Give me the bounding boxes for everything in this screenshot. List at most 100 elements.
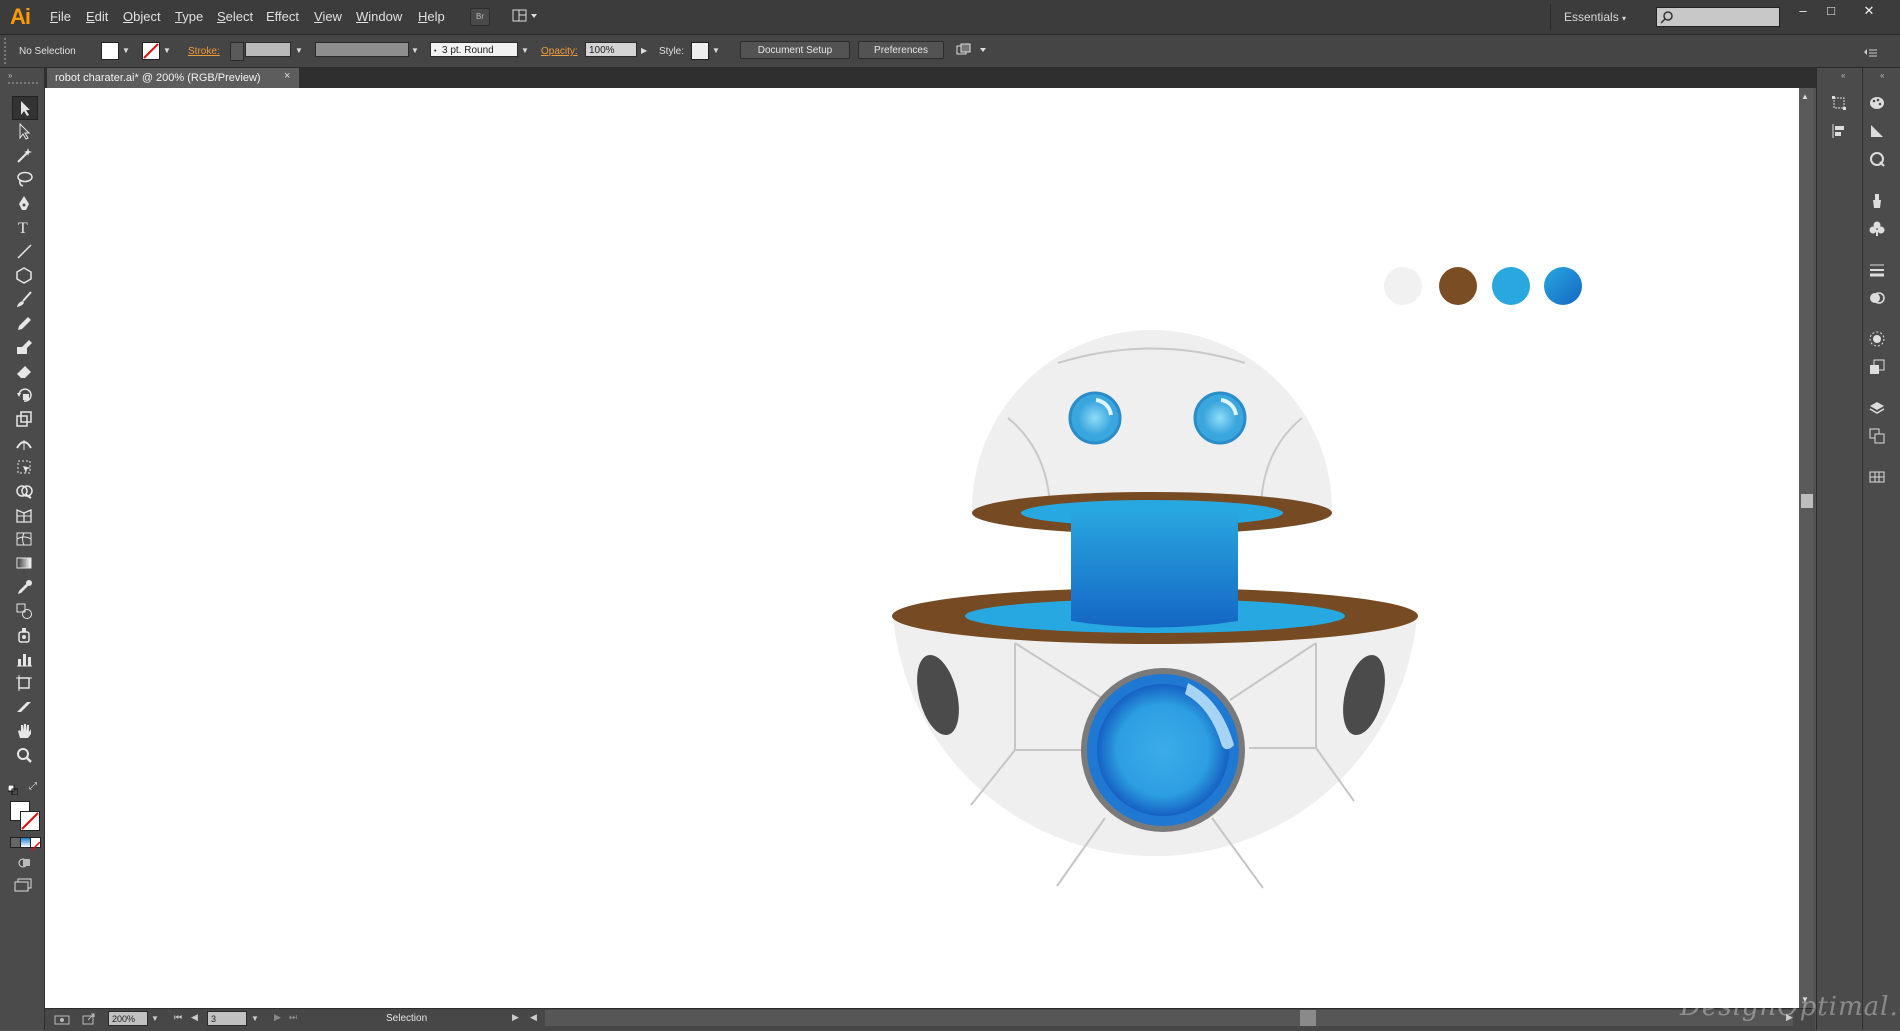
menu-edit[interactable]: Edit bbox=[86, 9, 108, 24]
swap-fill-stroke-icon[interactable]: ⤢ bbox=[29, 781, 37, 792]
graphic-style-swatch[interactable] bbox=[691, 42, 709, 60]
eyedropper-tool[interactable] bbox=[12, 576, 36, 598]
magic-wand-tool[interactable] bbox=[12, 144, 36, 166]
scroll-up-icon[interactable]: ▲ bbox=[1801, 92, 1809, 101]
zoom-dropdown-icon[interactable]: ▼ bbox=[151, 1014, 159, 1023]
fill-dropdown-icon[interactable]: ▼ bbox=[122, 46, 130, 55]
menu-select[interactable]: Select bbox=[217, 9, 253, 24]
stroke-weight-stepper[interactable] bbox=[230, 42, 244, 61]
swatch-blue[interactable] bbox=[1492, 267, 1530, 305]
bridge-button[interactable]: Br bbox=[470, 8, 490, 26]
column-graph-tool[interactable] bbox=[12, 648, 36, 670]
opacity-slider-icon[interactable]: ▶ bbox=[641, 46, 647, 55]
minimize-button[interactable]: – bbox=[1790, 2, 1816, 20]
menu-type[interactable]: Type bbox=[175, 9, 203, 24]
free-transform-tool[interactable] bbox=[12, 456, 36, 478]
appearance-panel-button[interactable] bbox=[1866, 328, 1888, 350]
scale-tool[interactable] bbox=[12, 408, 36, 430]
perspective-grid-tool[interactable] bbox=[12, 504, 36, 526]
selection-tool[interactable] bbox=[12, 96, 38, 120]
shape-builder-tool[interactable] bbox=[12, 480, 36, 502]
workspace-switcher[interactable]: Essentials ▾ bbox=[1564, 10, 1626, 24]
swatch-brown[interactable] bbox=[1439, 267, 1477, 305]
menu-object[interactable]: Object bbox=[123, 9, 161, 24]
share-icon[interactable] bbox=[82, 1012, 96, 1030]
arrange-icon[interactable] bbox=[956, 43, 990, 62]
slice-tool[interactable] bbox=[12, 696, 36, 718]
robot-artwork[interactable] bbox=[45, 88, 1799, 1008]
tools-grip[interactable] bbox=[8, 82, 38, 86]
scroll-left-icon[interactable]: ◀ bbox=[530, 1012, 537, 1023]
swatch-blue-gradient[interactable] bbox=[1544, 267, 1582, 305]
stroke-color-box[interactable] bbox=[20, 811, 40, 831]
stroke-weight-dropdown-icon[interactable]: ▼ bbox=[295, 46, 303, 55]
eraser-tool[interactable] bbox=[12, 360, 36, 382]
menu-file[interactable]: File bbox=[50, 9, 71, 24]
vertical-scrollbar[interactable] bbox=[1799, 88, 1813, 1008]
swatches-panel-button[interactable] bbox=[1866, 148, 1888, 170]
opacity-field[interactable]: 100% bbox=[585, 42, 637, 57]
menu-effect[interactable]: Effect bbox=[266, 9, 299, 24]
artboard-canvas[interactable] bbox=[45, 88, 1799, 1008]
symbols-panel-button[interactable] bbox=[1866, 218, 1888, 240]
swatch-white[interactable] bbox=[1384, 267, 1422, 305]
type-tool[interactable]: T bbox=[12, 216, 36, 238]
default-fill-stroke-icon[interactable] bbox=[7, 782, 19, 800]
close-button[interactable]: ✕ bbox=[1856, 2, 1882, 20]
direct-selection-tool[interactable] bbox=[12, 120, 36, 142]
color-panel-button[interactable] bbox=[1866, 92, 1888, 114]
align-panel-button[interactable] bbox=[1828, 120, 1850, 142]
collapse-panel-icon[interactable]: « bbox=[1841, 71, 1845, 80]
brushes-panel-button[interactable] bbox=[1866, 190, 1888, 212]
horizontal-scrollbar[interactable] bbox=[545, 1010, 1793, 1026]
mesh-tool[interactable] bbox=[12, 528, 36, 550]
blob-brush-tool[interactable] bbox=[12, 336, 36, 358]
zoom-level-field[interactable]: 200% bbox=[108, 1011, 148, 1026]
hand-tool[interactable] bbox=[12, 720, 36, 742]
paintbrush-tool[interactable] bbox=[12, 288, 36, 310]
line-tool[interactable] bbox=[12, 240, 36, 262]
menu-window[interactable]: Window bbox=[356, 9, 402, 24]
next-artboard-icon[interactable]: ▶ bbox=[274, 1012, 281, 1023]
document-setup-button[interactable]: Document Setup bbox=[740, 41, 850, 59]
brush-dropdown-icon[interactable]: ▼ bbox=[521, 46, 529, 55]
vertical-scroll-thumb[interactable] bbox=[1801, 494, 1813, 508]
arrange-documents-button[interactable] bbox=[512, 8, 540, 24]
stroke-panel-button[interactable] bbox=[1866, 259, 1888, 281]
transparency-panel-button[interactable] bbox=[1866, 287, 1888, 309]
symbol-sprayer-tool[interactable] bbox=[12, 624, 36, 646]
lasso-tool[interactable] bbox=[12, 168, 36, 190]
polygon-tool[interactable] bbox=[12, 264, 36, 286]
stroke-dropdown-icon[interactable]: ▼ bbox=[163, 46, 171, 55]
color-guide-panel-button[interactable] bbox=[1866, 120, 1888, 142]
graphic-styles-panel-button[interactable] bbox=[1866, 356, 1888, 378]
artboard-number-field[interactable]: 3 bbox=[207, 1011, 247, 1026]
rotate-tool[interactable] bbox=[12, 384, 36, 406]
search-input[interactable] bbox=[1656, 7, 1780, 27]
stroke-weight-field[interactable] bbox=[245, 42, 291, 57]
restore-button[interactable]: □ bbox=[1818, 2, 1844, 20]
stroke-label[interactable]: Stroke: bbox=[188, 46, 220, 57]
panel-menu-icon[interactable] bbox=[1864, 45, 1878, 63]
menu-view[interactable]: View bbox=[314, 9, 342, 24]
brush-definition[interactable]: • 3 pt. Round bbox=[430, 42, 518, 57]
first-artboard-icon[interactable]: ⏮ bbox=[174, 1012, 182, 1023]
variable-width-profile[interactable] bbox=[315, 42, 409, 57]
layers-panel-button[interactable] bbox=[1866, 397, 1888, 419]
pen-tool[interactable] bbox=[12, 192, 36, 214]
width-tool[interactable] bbox=[12, 432, 36, 454]
last-artboard-icon[interactable]: ⏭ bbox=[289, 1012, 297, 1023]
robot-neck[interactable] bbox=[1071, 509, 1238, 628]
style-dropdown-icon[interactable]: ▼ bbox=[712, 46, 720, 55]
artboard-dropdown-icon[interactable]: ▼ bbox=[251, 1014, 259, 1023]
stroke-swatch[interactable] bbox=[142, 42, 160, 60]
none-mode-button[interactable] bbox=[30, 837, 41, 852]
control-bar-grip[interactable] bbox=[4, 38, 12, 64]
opacity-label[interactable]: Opacity: bbox=[541, 46, 578, 57]
status-menu-icon[interactable]: ▶ bbox=[512, 1012, 519, 1023]
profile-dropdown-icon[interactable]: ▼ bbox=[411, 46, 419, 55]
blend-tool[interactable] bbox=[12, 600, 36, 622]
table-panel-button[interactable] bbox=[1866, 466, 1888, 488]
screen-mode-icon[interactable] bbox=[14, 878, 32, 897]
document-tab[interactable]: robot charater.ai* @ 200% (RGB/Preview) bbox=[47, 68, 299, 88]
